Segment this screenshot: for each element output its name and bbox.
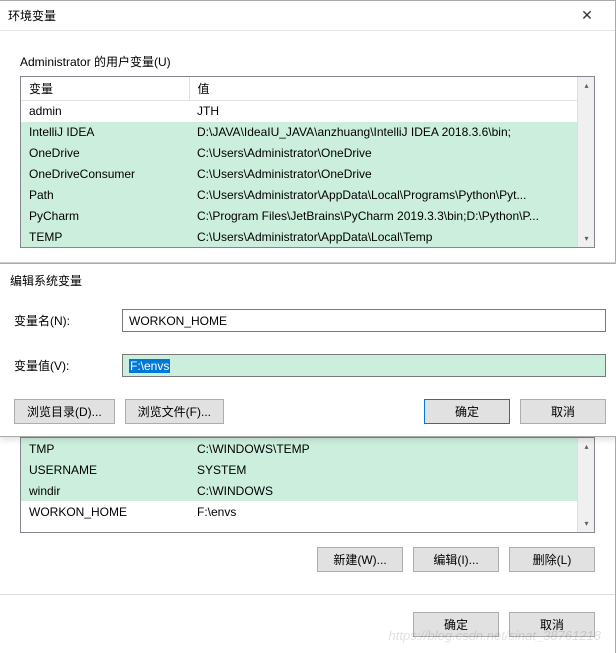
dialog-ok-button[interactable]: 确定 [413,612,499,637]
var-value-cell: SYSTEM [189,459,594,480]
browse-directory-button[interactable]: 浏览目录(D)... [14,399,115,424]
variable-value-row: 变量值(V): F:\envs [0,348,616,383]
edit-dialog-button-row: 浏览目录(D)... 浏览文件(F)... 确定 取消 [0,383,616,424]
close-icon[interactable]: ✕ [567,2,607,30]
var-name-cell: windir [21,480,189,501]
variable-name-label: 变量名(N): [14,312,114,329]
scrollbar-vertical[interactable]: ▴ ▾ [577,77,594,247]
table-row[interactable]: TEMPC:\Users\Administrator\AppData\Local… [21,227,594,248]
system-vars-section: TMPC:\WINDOWS\TEMPUSERNAMESYSTEMwindirC:… [0,437,615,644]
scroll-up-icon[interactable]: ▴ [578,77,595,94]
dialog-title: 环境变量 [8,7,567,24]
system-vars-table[interactable]: TMPC:\WINDOWS\TEMPUSERNAMESYSTEMwindirC:… [21,438,594,522]
table-row[interactable]: USERNAMESYSTEM [21,459,594,480]
var-name-cell: TEMP [21,227,189,248]
titlebar[interactable]: 环境变量 ✕ [0,1,615,31]
col-header-value[interactable]: 值 [189,77,594,101]
table-row[interactable]: PyCharmC:\Program Files\JetBrains\PyChar… [21,206,594,227]
system-vars-table-container: TMPC:\WINDOWS\TEMPUSERNAMESYSTEMwindirC:… [20,437,595,533]
var-name-cell: OneDrive [21,143,189,164]
edit-dialog-title: 编辑系统变量 [0,264,616,303]
var-value-cell: F:\envs [189,501,594,522]
var-name-cell: OneDriveConsumer [21,164,189,185]
var-value-cell: C:\WINDOWS\TEMP [189,438,594,459]
var-name-cell: TMP [21,438,189,459]
variable-name-input[interactable] [122,309,606,332]
user-vars-table[interactable]: 变量 值 adminJTHIntelliJ IDEAD:\JAVA\IdeaIU… [21,77,594,248]
edit-button[interactable]: 编辑(I)... [413,547,499,572]
table-row[interactable]: windirC:\WINDOWS [21,480,594,501]
scroll-up-icon[interactable]: ▴ [578,438,595,455]
var-name-cell: WORKON_HOME [21,501,189,522]
dialog-cancel-button[interactable]: 取消 [509,612,595,637]
var-name-cell: Path [21,185,189,206]
variable-value-input[interactable]: F:\envs [122,354,606,377]
var-name-cell: USERNAME [21,459,189,480]
scrollbar-vertical[interactable]: ▴ ▾ [577,438,594,532]
table-row[interactable]: adminJTH [21,101,594,122]
new-button[interactable]: 新建(W)... [317,547,403,572]
user-vars-label: Administrator 的用户变量(U) [20,53,615,70]
table-row[interactable]: PathC:\Users\Administrator\AppData\Local… [21,185,594,206]
col-header-variable[interactable]: 变量 [21,77,189,101]
var-value-cell: C:\Users\Administrator\AppData\Local\Tem… [189,227,594,248]
var-value-cell: JTH [189,101,594,122]
user-vars-table-container: 变量 值 adminJTHIntelliJ IDEAD:\JAVA\IdeaIU… [20,76,595,248]
cancel-button[interactable]: 取消 [520,399,606,424]
variable-name-row: 变量名(N): [0,303,616,338]
table-row[interactable]: WORKON_HOMEF:\envs [21,501,594,522]
var-name-cell: IntelliJ IDEA [21,122,189,143]
browse-file-button[interactable]: 浏览文件(F)... [125,399,224,424]
table-row[interactable]: OneDriveConsumerC:\Users\Administrator\O… [21,164,594,185]
system-vars-button-row: 新建(W)... 编辑(I)... 删除(L) [0,533,615,572]
scroll-down-icon[interactable]: ▾ [578,515,595,532]
table-row[interactable]: IntelliJ IDEAD:\JAVA\IdeaIU_JAVA\anzhuan… [21,122,594,143]
var-value-cell: C:\Program Files\JetBrains\PyCharm 2019.… [189,206,594,227]
var-name-cell: PyCharm [21,206,189,227]
delete-button[interactable]: 删除(L) [509,547,595,572]
table-row[interactable]: TMPC:\WINDOWS\TEMP [21,438,594,459]
dialog-button-row: 确定 取消 [0,594,615,644]
env-vars-dialog: 环境变量 ✕ Administrator 的用户变量(U) 变量 值 admin… [0,0,616,653]
table-row[interactable]: OneDriveC:\Users\Administrator\OneDrive [21,143,594,164]
ok-button[interactable]: 确定 [424,399,510,424]
variable-value-label: 变量值(V): [14,357,114,374]
edit-system-variable-dialog: 编辑系统变量 变量名(N): 变量值(V): F:\envs 浏览目录(D)..… [0,263,616,437]
var-value-cell: C:\Users\Administrator\AppData\Local\Pro… [189,185,594,206]
var-value-cell: D:\JAVA\IdeaIU_JAVA\anzhuang\IntelliJ ID… [189,122,594,143]
var-value-cell: C:\Users\Administrator\OneDrive [189,164,594,185]
scroll-down-icon[interactable]: ▾ [578,230,595,247]
var-value-cell: C:\Users\Administrator\OneDrive [189,143,594,164]
var-value-cell: C:\WINDOWS [189,480,594,501]
var-name-cell: admin [21,101,189,122]
